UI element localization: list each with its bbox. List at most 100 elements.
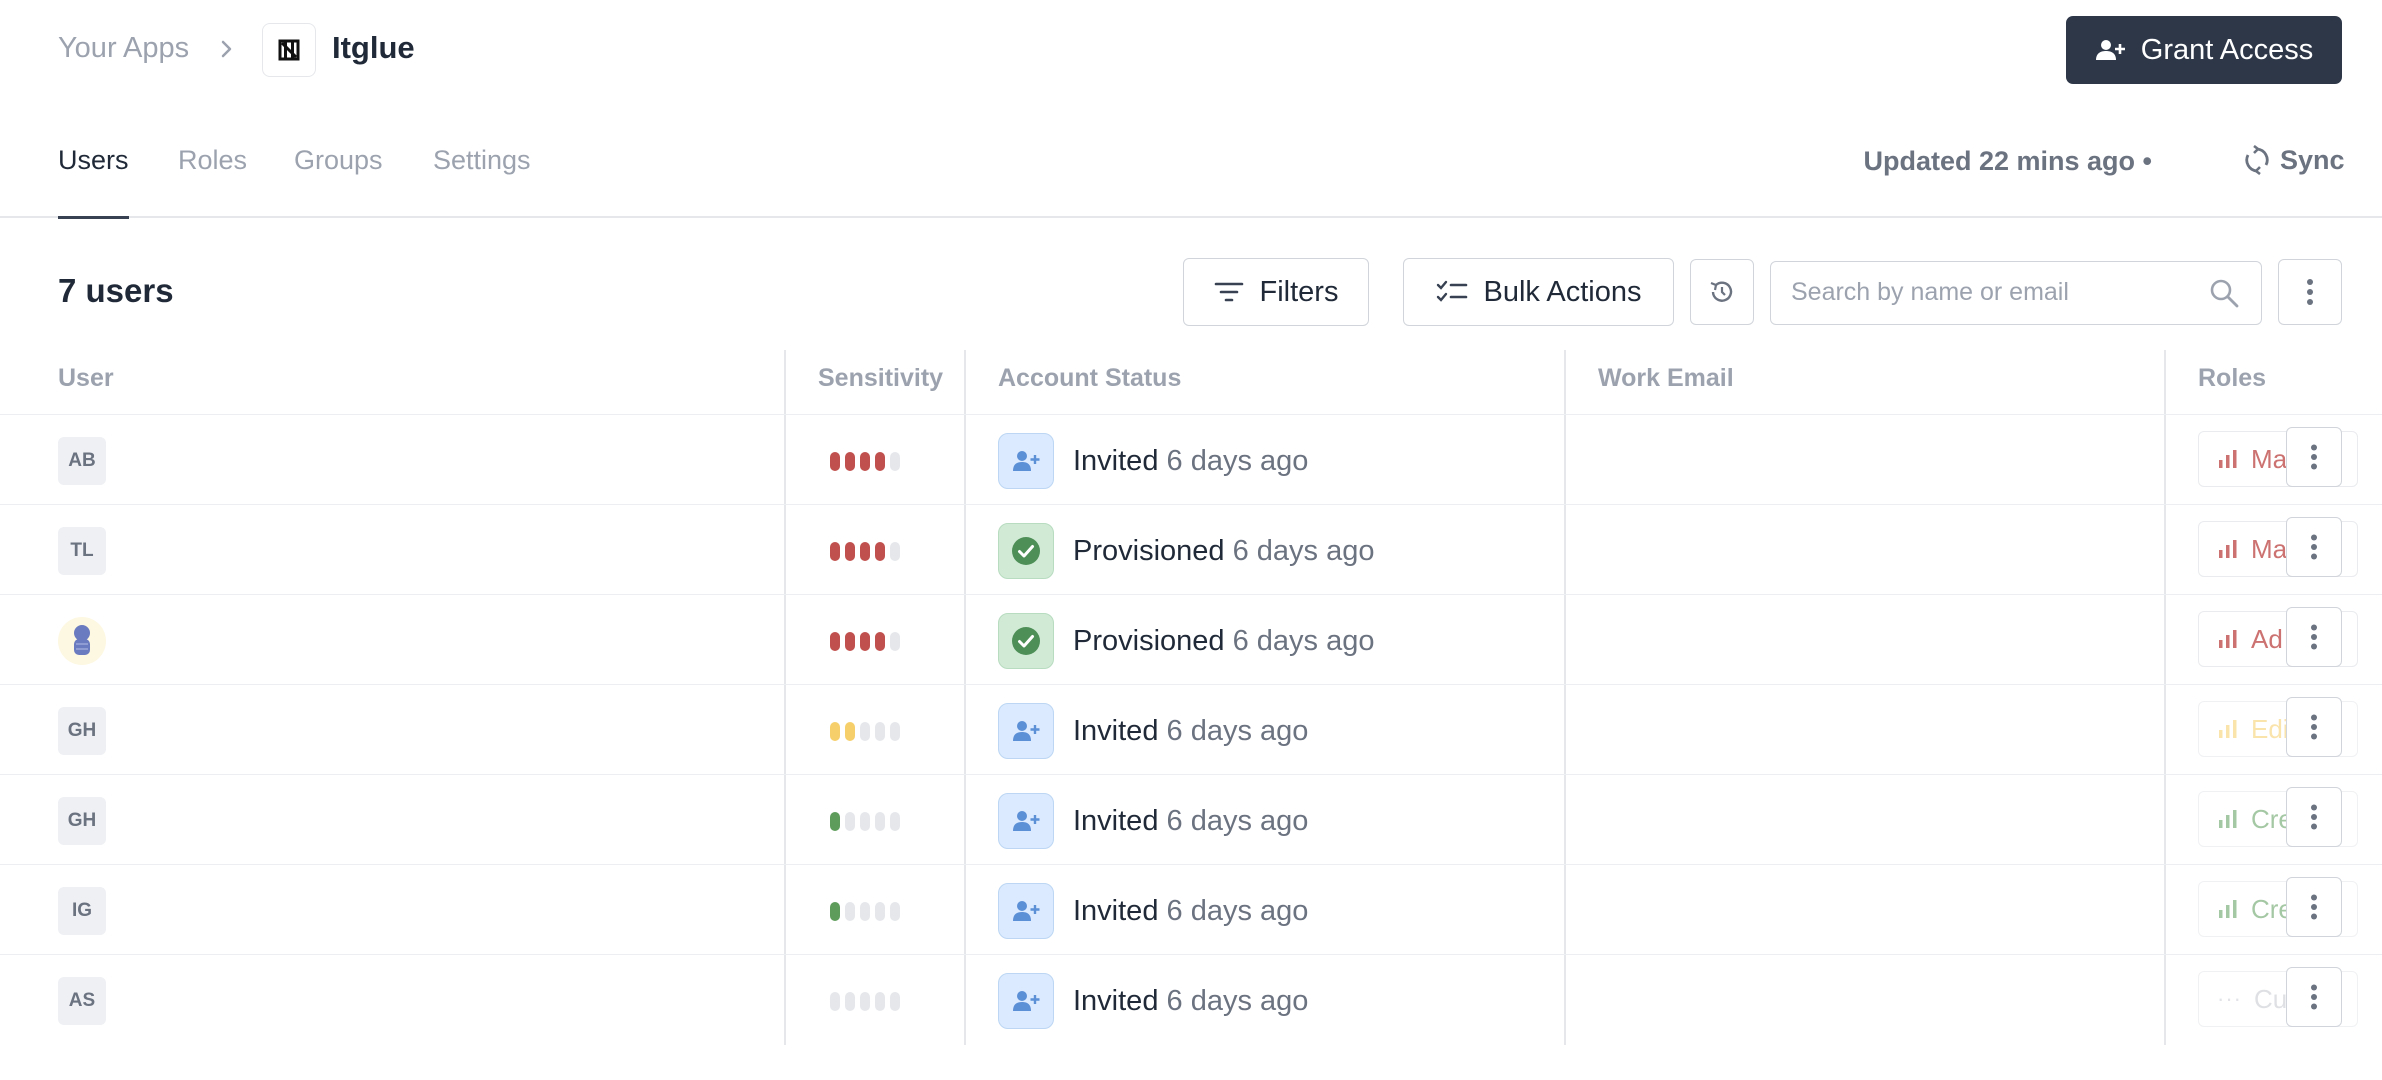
sync-button[interactable]: Sync bbox=[2244, 140, 2345, 180]
grant-access-label: Grant Access bbox=[2140, 33, 2314, 66]
history-icon bbox=[1710, 281, 1733, 302]
sensitivity-bar bbox=[845, 992, 855, 1011]
sensitivity-bar bbox=[830, 902, 840, 921]
invite-user-icon bbox=[1013, 451, 1040, 471]
more-options-button[interactable] bbox=[2278, 259, 2342, 325]
tab-groups[interactable]: Groups bbox=[294, 145, 383, 216]
avatar: AB bbox=[58, 437, 106, 485]
sensitivity-bar bbox=[860, 452, 870, 471]
search-box bbox=[1770, 261, 2262, 325]
sensitivity-bar bbox=[890, 812, 900, 831]
sensitivity-bar bbox=[875, 812, 885, 831]
column-header-user[interactable]: User bbox=[58, 364, 114, 393]
search-input[interactable] bbox=[1791, 262, 2191, 322]
status-label: Invited bbox=[1073, 895, 1159, 927]
tab-settings[interactable]: Settings bbox=[433, 145, 531, 216]
sensitivity-bar bbox=[860, 992, 870, 1011]
search-icon[interactable] bbox=[2209, 278, 2239, 308]
sensitivity-bar bbox=[830, 812, 840, 831]
sensitivity-bar bbox=[875, 902, 885, 921]
table-row[interactable]: AB Invited 6 days ago Ma bbox=[0, 414, 2382, 504]
row-actions-button[interactable] bbox=[2286, 877, 2342, 937]
column-header-account-status[interactable]: Account Status bbox=[998, 364, 1181, 393]
sensitivity-indicator bbox=[830, 992, 900, 1011]
history-button[interactable] bbox=[1690, 259, 1754, 325]
status-label: Provisioned bbox=[1073, 625, 1225, 657]
column-header-roles[interactable]: Roles bbox=[2198, 364, 2266, 393]
invite-user-icon bbox=[1013, 721, 1040, 741]
sensitivity-indicator bbox=[830, 812, 900, 831]
avatar-image-icon bbox=[74, 625, 90, 655]
row-actions-button[interactable] bbox=[2286, 967, 2342, 1027]
sensitivity-bar bbox=[830, 722, 840, 741]
provisioned-status-icon bbox=[998, 613, 1054, 669]
sensitivity-bar bbox=[890, 542, 900, 561]
status-time: 6 days ago bbox=[1166, 895, 1309, 927]
status-time: 6 days ago bbox=[1166, 715, 1309, 747]
sensitivity-bar bbox=[875, 452, 885, 471]
ellipsis-icon: ··· bbox=[2217, 986, 2242, 1011]
breadcrumb-your-apps[interactable]: Your Apps bbox=[58, 32, 189, 65]
role-signal-icon bbox=[2219, 720, 2237, 738]
table-row[interactable]: AS Invited 6 days ago ··· Cu bbox=[0, 954, 2382, 1044]
role-signal-icon bbox=[2219, 900, 2237, 918]
sensitivity-bar bbox=[875, 722, 885, 741]
role-signal-icon bbox=[2219, 450, 2237, 468]
role-label: Ma bbox=[2251, 443, 2288, 474]
status-label: Provisioned bbox=[1073, 535, 1225, 567]
role-label: Cu bbox=[2253, 983, 2288, 1014]
status-time: 6 days ago bbox=[1166, 985, 1309, 1017]
account-status: Invited 6 days ago bbox=[1073, 445, 1308, 478]
sensitivity-indicator bbox=[830, 902, 900, 921]
account-status: Invited 6 days ago bbox=[1073, 805, 1308, 838]
status-label: Invited bbox=[1073, 805, 1159, 837]
sensitivity-bar bbox=[845, 812, 855, 831]
avatar: AS bbox=[58, 977, 106, 1025]
bulk-actions-button[interactable]: Bulk Actions bbox=[1403, 258, 1674, 326]
sensitivity-bar bbox=[845, 632, 855, 651]
row-actions-button[interactable] bbox=[2286, 607, 2342, 667]
avatar: TL bbox=[58, 527, 106, 575]
invite-user-icon bbox=[1013, 811, 1040, 831]
status-label: Invited bbox=[1073, 715, 1159, 747]
tab-users[interactable]: Users bbox=[58, 145, 129, 219]
more-vertical-icon bbox=[2311, 714, 2317, 740]
app-logo-icon bbox=[262, 23, 316, 77]
status-time: 6 days ago bbox=[1232, 625, 1375, 657]
table-row[interactable]: Provisioned 6 days ago Ad bbox=[0, 594, 2382, 684]
sensitivity-bar bbox=[890, 452, 900, 471]
sensitivity-bar bbox=[830, 452, 840, 471]
bulk-actions-label: Bulk Actions bbox=[1483, 275, 1642, 308]
sensitivity-indicator bbox=[830, 632, 900, 651]
sensitivity-bar bbox=[890, 992, 900, 1011]
row-actions-button[interactable] bbox=[2286, 427, 2342, 487]
more-vertical-icon bbox=[2307, 279, 2313, 305]
role-signal-icon bbox=[2219, 630, 2237, 648]
avatar: GH bbox=[58, 797, 106, 845]
tab-roles[interactable]: Roles bbox=[178, 145, 247, 216]
more-vertical-icon bbox=[2311, 624, 2317, 650]
table-row[interactable]: GH Invited 6 days ago Edi bbox=[0, 684, 2382, 774]
sensitivity-bar bbox=[845, 902, 855, 921]
status-time: 6 days ago bbox=[1232, 535, 1375, 567]
table-row[interactable]: IG Invited 6 days ago Cre bbox=[0, 864, 2382, 954]
sync-label: Sync bbox=[2280, 144, 2345, 175]
role-label: Ad bbox=[2251, 623, 2283, 654]
row-actions-button[interactable] bbox=[2286, 517, 2342, 577]
sensitivity-bar bbox=[845, 542, 855, 561]
table-row[interactable]: GH Invited 6 days ago Cre bbox=[0, 774, 2382, 864]
grant-access-button[interactable]: Grant Access bbox=[2066, 16, 2342, 84]
column-header-work-email[interactable]: Work Email bbox=[1598, 364, 1734, 393]
filters-button[interactable]: Filters bbox=[1183, 258, 1369, 326]
column-header-sensitivity[interactable]: Sensitivity bbox=[818, 364, 943, 393]
table-row[interactable]: TL Provisioned 6 days ago Ma bbox=[0, 504, 2382, 594]
row-actions-button[interactable] bbox=[2286, 787, 2342, 847]
sensitivity-indicator bbox=[830, 542, 900, 561]
sensitivity-bar bbox=[875, 992, 885, 1011]
more-vertical-icon bbox=[2311, 444, 2317, 470]
avatar: GH bbox=[58, 707, 106, 755]
row-actions-button[interactable] bbox=[2286, 697, 2342, 757]
sensitivity-bar bbox=[860, 902, 870, 921]
filter-icon bbox=[1214, 282, 1243, 302]
check-circle-icon bbox=[1012, 537, 1040, 565]
